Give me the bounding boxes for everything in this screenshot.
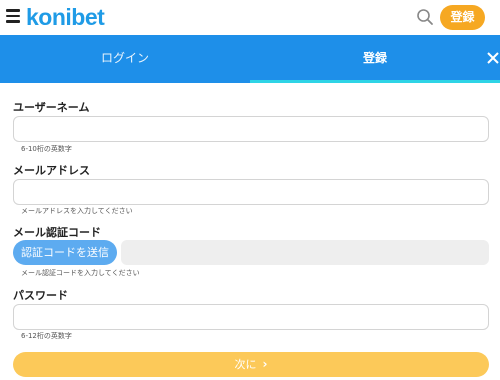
email-hint: メールアドレスを入力してください [21,207,133,215]
password-hint: 6-12桁の英数字 [21,332,72,340]
username-hint: 6-10桁の英数字 [21,145,72,153]
password-label: パスワード [13,289,68,302]
top-bar: konibet 登録 [0,0,500,35]
verification-code-input[interactable] [121,240,489,265]
next-button-label: 次に [234,358,257,371]
email-label: メールアドレス [13,164,90,177]
verification-code-label: メール認証コード [13,226,101,239]
chevron-right-icon: › [262,357,268,371]
email-input[interactable] [13,179,489,205]
search-icon[interactable] [416,8,434,26]
username-input[interactable] [13,116,489,142]
password-input[interactable] [13,304,489,330]
close-icon[interactable] [486,51,500,65]
tab-bar: ログイン 登録 [0,35,500,83]
send-code-button[interactable]: 認証コードを送信 [13,240,117,265]
username-label: ユーザーネーム [13,101,90,114]
register-button[interactable]: 登録 [440,5,485,30]
tab-login[interactable]: ログイン [0,35,250,83]
next-button[interactable]: 次に › [13,352,489,377]
tab-register[interactable]: 登録 [250,35,500,83]
logo[interactable]: konibet [26,4,105,31]
verification-code-hint: メール認証コードを入力してください [21,269,140,277]
active-tab-indicator [250,80,500,83]
menu-icon[interactable] [6,9,20,23]
